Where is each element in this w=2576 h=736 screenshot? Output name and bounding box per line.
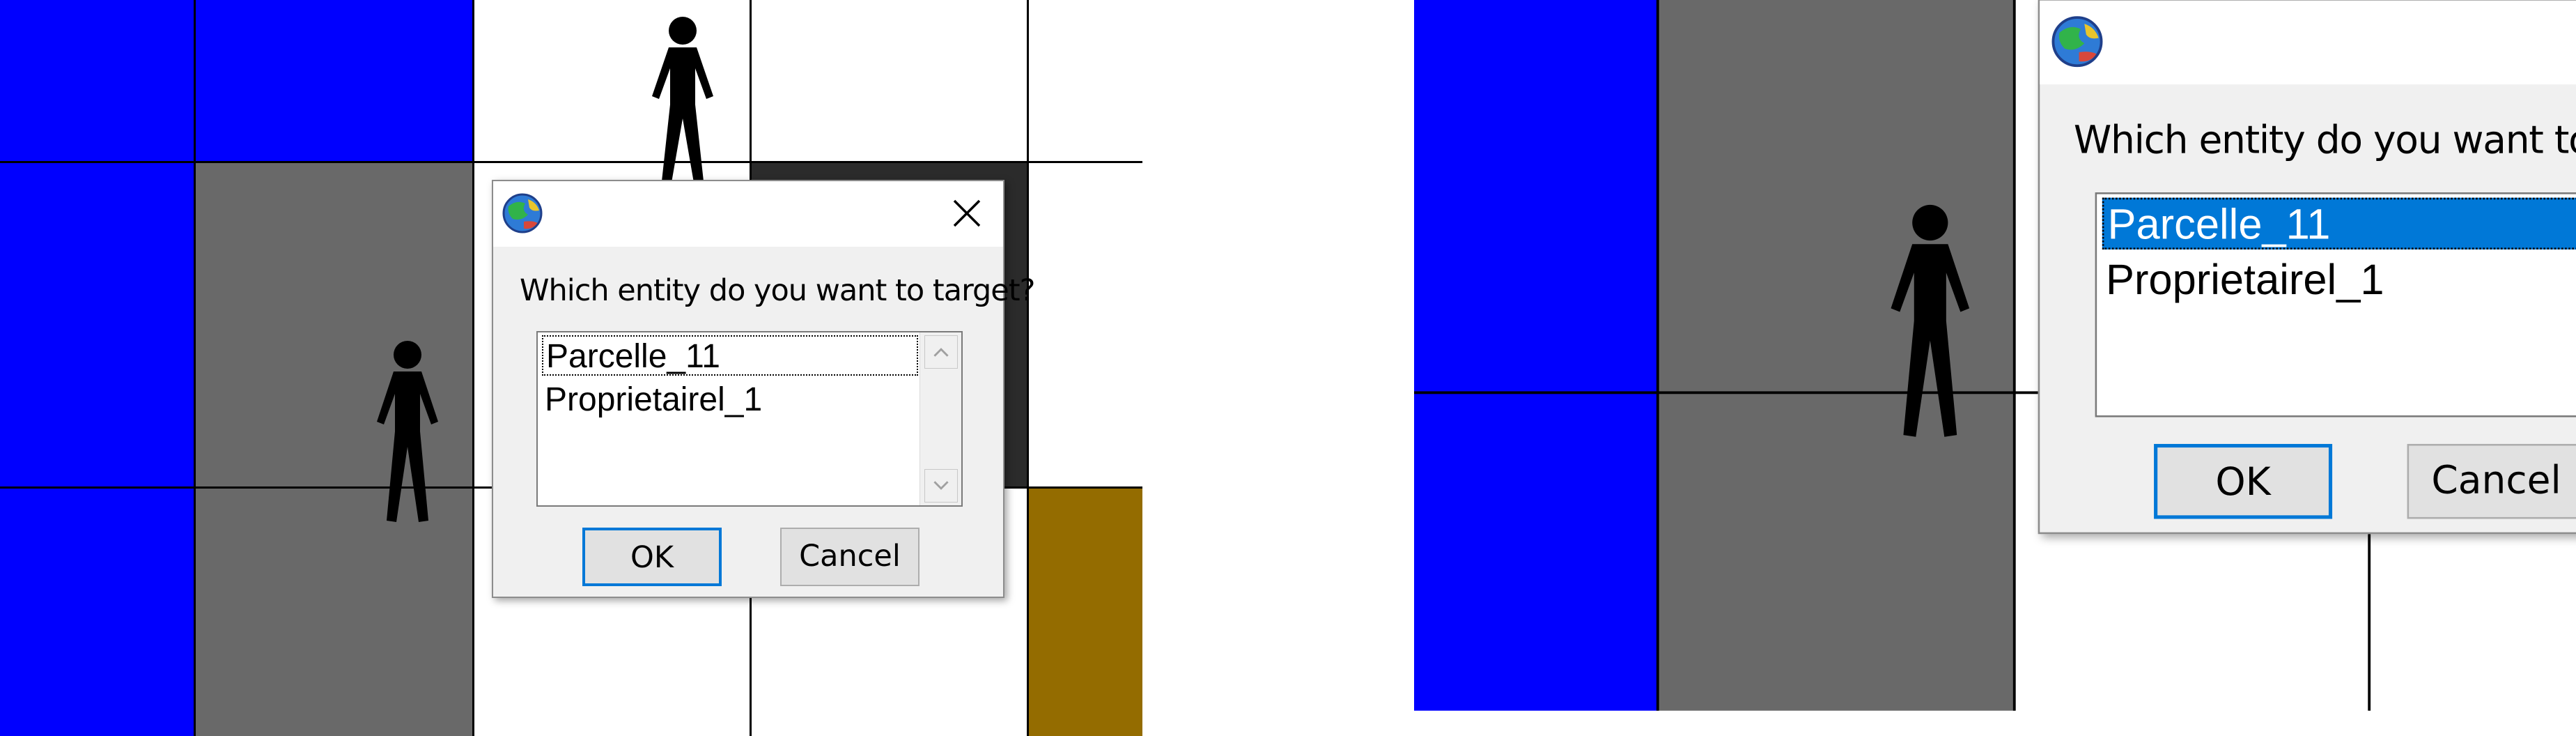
- listbox-scrollbar[interactable]: [920, 332, 961, 505]
- game-board: Which entity do you want to target? Parc…: [0, 0, 1142, 736]
- blue-cell: [1414, 0, 1659, 711]
- grid-line: [1656, 0, 1659, 711]
- close-icon[interactable]: [950, 197, 984, 230]
- grid-line: [194, 0, 196, 736]
- left-screenshot-panel: Which entity do you want to target? Parc…: [0, 0, 1142, 736]
- cancel-button[interactable]: Cancel: [780, 528, 920, 586]
- grid-line: [0, 161, 1142, 163]
- dialog-titlebar: [2040, 0, 2576, 85]
- entity-listbox[interactable]: Parcelle_11 Proprietairel_1: [2095, 192, 2576, 417]
- ok-button[interactable]: OK: [2154, 443, 2333, 519]
- globe-icon: [502, 193, 543, 233]
- dialog-prompt: Which entity do you want to target?: [520, 273, 1035, 308]
- dialog-prompt: Which entity do you want to target?: [2073, 118, 2576, 163]
- dialog-titlebar: [493, 181, 1003, 247]
- grid-line: [1027, 0, 1029, 736]
- person-icon[interactable]: [352, 338, 463, 526]
- person-icon[interactable]: [1859, 201, 2001, 443]
- list-item[interactable]: Proprietairel_1: [2102, 255, 2576, 307]
- list-item[interactable]: Proprietairel_1: [542, 380, 918, 420]
- blue-cell: [0, 0, 195, 736]
- person-icon[interactable]: [627, 14, 738, 195]
- grid-line: [2012, 0, 2016, 711]
- blue-cell: [195, 0, 474, 162]
- globe-icon: [2051, 16, 2103, 68]
- scroll-up-icon[interactable]: [924, 335, 958, 369]
- brown-cell: [1028, 488, 1142, 736]
- target-entity-dialog: Which entity do you want to target? Parc…: [2038, 0, 2576, 535]
- right-screenshot-panel: Which entity do you want to target? Parc…: [1414, 0, 2576, 736]
- ok-button[interactable]: OK: [582, 528, 722, 586]
- grid-line: [472, 0, 474, 736]
- game-board-zoomed: Which entity do you want to target? Parc…: [1414, 0, 2576, 711]
- scroll-down-icon[interactable]: [924, 469, 958, 503]
- list-item[interactable]: Parcelle_11: [2102, 197, 2576, 250]
- target-entity-dialog: Which entity do you want to target? Parc…: [492, 180, 1035, 598]
- list-item[interactable]: Parcelle_11: [542, 335, 918, 376]
- cancel-button[interactable]: Cancel: [2407, 443, 2576, 519]
- entity-listbox[interactable]: Parcelle_11 Proprietairel_1: [536, 331, 963, 507]
